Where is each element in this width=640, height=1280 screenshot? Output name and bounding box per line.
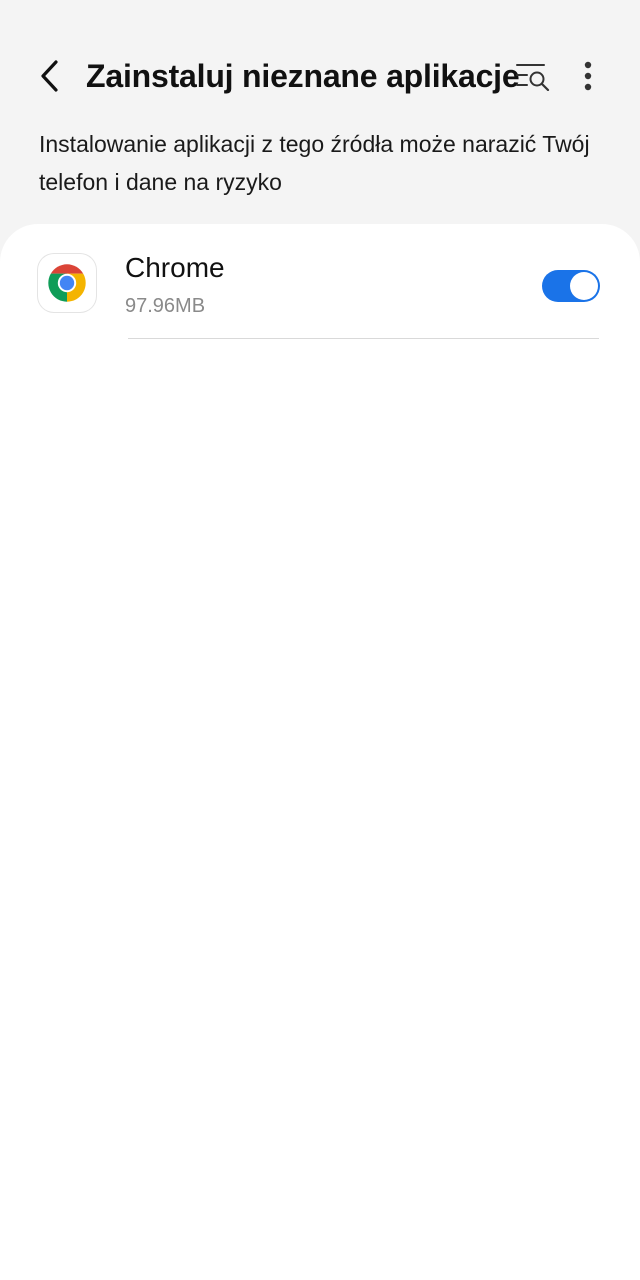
list-search-icon: [516, 64, 550, 91]
app-size: 97.96MB: [125, 295, 206, 317]
app-list-card: Chrome 97.96MB: [0, 224, 640, 1280]
search-button[interactable]: [512, 56, 554, 96]
divider: [128, 338, 599, 339]
app-name: Chrome: [125, 252, 225, 283]
page-title: Zainstaluj nieznane aplikacje: [86, 58, 520, 94]
more-options-button[interactable]: [572, 56, 604, 96]
chrome-icon: [38, 254, 96, 312]
warning-description: Instalowanie aplikacji z tego źródła moż…: [39, 131, 590, 195]
toggle-knob: [570, 272, 598, 300]
chevron-left-icon: [41, 60, 58, 92]
allow-install-toggle[interactable]: [542, 270, 600, 302]
more-vertical-icon: [584, 61, 592, 91]
list-item-chrome[interactable]: Chrome 97.96MB: [0, 224, 640, 340]
back-button[interactable]: [30, 56, 68, 96]
